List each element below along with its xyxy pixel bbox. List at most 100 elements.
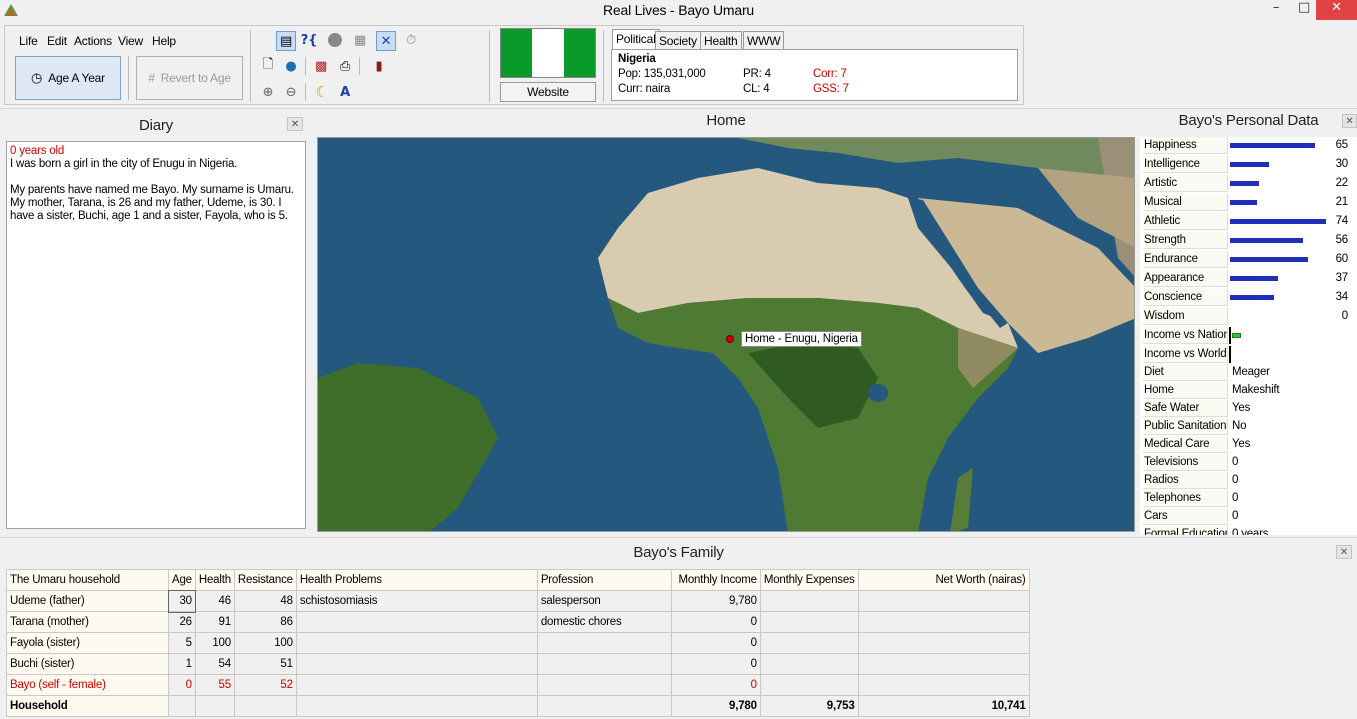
family-member-row[interactable]: Buchi (sister) 1 54 51 0 [6, 653, 1030, 675]
moon-icon[interactable]: ☾ [313, 83, 331, 101]
menu-actions[interactable]: Actions [74, 34, 112, 48]
stat-value: 30 [1335, 158, 1349, 170]
grid-icon[interactable]: ▦ [351, 31, 369, 49]
new-file-icon[interactable]: 🗋 [259, 57, 277, 75]
family-column-header[interactable]: Monthly Income [670, 569, 761, 591]
age-a-year-button[interactable]: ◷ Age A Year [15, 56, 121, 100]
family-column-header[interactable]: Profession [536, 569, 672, 591]
family-cell [536, 653, 672, 675]
export-icon[interactable]: ▩ [312, 57, 330, 75]
family-cell [194, 695, 235, 717]
income-gauge [1229, 327, 1231, 344]
family-member-row[interactable]: Fayola (sister) 5 100 100 0 [6, 632, 1030, 654]
family-cell [759, 590, 859, 612]
world-map[interactable] [317, 137, 1135, 532]
toolbar-divider [250, 30, 251, 102]
stat-value: 74 [1335, 215, 1349, 227]
diary-close-button[interactable]: ✕ [287, 117, 303, 131]
family-cell [295, 695, 538, 717]
family-cell: 10,741 [857, 695, 1030, 717]
stat-bar [1230, 200, 1257, 205]
family-cell: Tarana (mother) [6, 611, 169, 633]
family-cell: 9,780 [670, 590, 761, 612]
menu-help[interactable]: Help [152, 34, 176, 48]
home-marker[interactable] [726, 335, 734, 343]
family-cell: 30 [167, 589, 197, 613]
phone-book-icon[interactable]: ▮ [370, 57, 388, 75]
income-label: Income vs World [1143, 346, 1228, 363]
circle-icon[interactable] [326, 31, 344, 49]
family-cell: 46 [194, 590, 235, 612]
stat-label: Endurance [1143, 251, 1228, 268]
family-cell: Udeme (father) [6, 590, 169, 612]
stat-row-musical: Musical 21 [1143, 194, 1357, 212]
fact-row: Home Makeshift [1143, 382, 1357, 400]
timer-icon[interactable]: ⏱ [402, 31, 420, 49]
family-cell [759, 632, 859, 654]
diary-title: Diary [138, 117, 173, 134]
family-column-header[interactable]: Resistance [233, 569, 297, 591]
family-column-header[interactable]: Health [194, 569, 235, 591]
family-member-row[interactable]: Tarana (mother) 26 91 86 domestic chores 0 [6, 611, 1030, 633]
tab-health[interactable]: Health [700, 31, 742, 49]
stat-value: 65 [1335, 139, 1349, 151]
fact-label: Diet [1143, 364, 1228, 381]
fact-label: Radios [1143, 472, 1228, 489]
family-cell [759, 653, 859, 675]
document-view-icon[interactable]: ▤ [276, 31, 296, 51]
website-button[interactable]: Website [500, 82, 596, 102]
family-column-header[interactable]: The Umaru household [6, 569, 169, 591]
family-cell [536, 674, 672, 696]
fact-value: Yes [1232, 438, 1251, 450]
family-cell [857, 653, 1030, 675]
stat-bar [1230, 162, 1269, 167]
stat-bar [1230, 219, 1326, 224]
family-cell: 1 [168, 653, 196, 675]
walker-icon[interactable]: ✕ [376, 31, 396, 51]
family-close-button[interactable]: ✕ [1336, 545, 1352, 559]
globe-icon[interactable]: ● [282, 57, 300, 75]
family-cell: 52 [233, 674, 297, 696]
fact-label: Cars [1143, 508, 1228, 525]
revert-to-age-button[interactable]: # Revert to Age [136, 56, 243, 100]
family-cell [857, 590, 1030, 612]
stat-label: Athletic [1143, 213, 1228, 230]
close-window-button[interactable]: ✕ [1316, 0, 1357, 20]
fact-value: Yes [1232, 402, 1251, 414]
family-cell: 0 [670, 653, 761, 675]
family-column-header[interactable]: Net Worth (nairas) [857, 569, 1030, 591]
menu-life[interactable]: Life [19, 34, 38, 48]
diary-text-area[interactable]: 0 years old I was born a girl in the cit… [6, 141, 306, 529]
family-top-divider [0, 537, 1357, 538]
fact-value: 0 [1232, 510, 1239, 522]
personal-data-close-button[interactable]: ✕ [1342, 114, 1357, 128]
family-cell: 5 [168, 632, 196, 654]
tab-society[interactable]: Society [655, 31, 701, 49]
family-cell [759, 611, 859, 633]
print-icon[interactable]: ⎙ [336, 57, 354, 75]
family-cell [759, 674, 859, 696]
family-cell: Fayola (sister) [6, 632, 169, 654]
maximize-button[interactable]: □ [1290, 0, 1318, 20]
help-context-icon[interactable]: ?{ [300, 31, 318, 49]
family-column-header[interactable]: Health Problems [295, 569, 538, 591]
family-member-row[interactable]: Bayo (self - female) 0 55 52 0 [6, 674, 1030, 696]
zoom-out-icon[interactable]: ⊖ [282, 83, 300, 101]
family-cell: 100 [233, 632, 297, 654]
zoom-in-icon[interactable]: ⊕ [259, 83, 277, 101]
income-row: Income vs World [1143, 346, 1357, 364]
family-member-row[interactable]: Udeme (father) 30 46 48 schistosomiasis sales… [6, 589, 1030, 613]
minimize-button[interactable]: – [1262, 0, 1290, 20]
toolbar-divider [489, 30, 490, 102]
family-column-header[interactable]: Age [168, 569, 196, 591]
menu-view[interactable]: View [118, 34, 143, 48]
tab-political[interactable]: Political [612, 29, 660, 50]
menu-edit[interactable]: Edit [47, 34, 67, 48]
toolbar-divider [128, 56, 129, 100]
fact-row: Telephones 0 [1143, 490, 1357, 508]
fact-row: Formal Education 0 years [1143, 526, 1357, 535]
font-icon[interactable]: A [336, 83, 354, 101]
tab-www[interactable]: WWW [743, 31, 785, 49]
household-total-row[interactable]: Household 9,780 9,753 10,741 [6, 695, 1030, 717]
family-column-header[interactable]: Monthly Expenses [759, 569, 859, 591]
